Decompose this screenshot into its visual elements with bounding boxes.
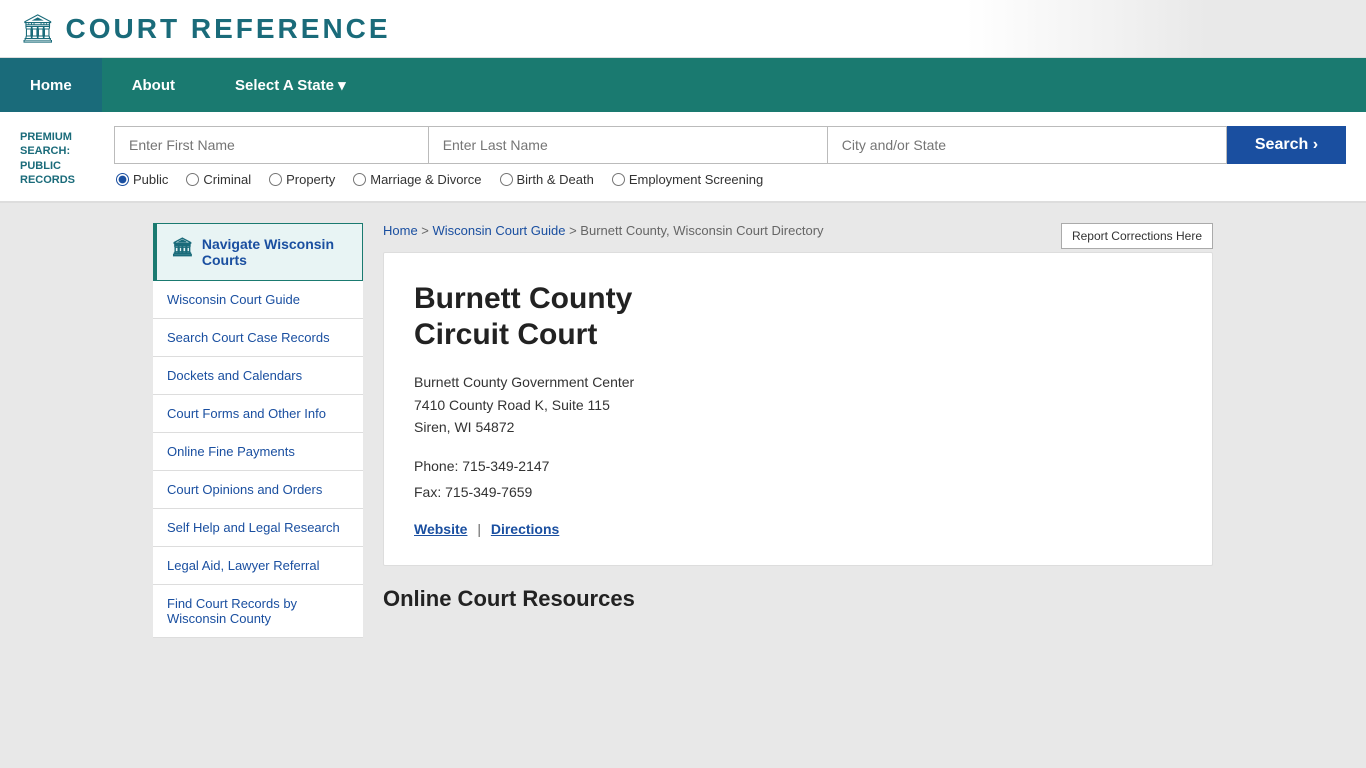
court-directions-link[interactable]: Directions [491, 521, 559, 537]
nav-select-state[interactable]: Select A State ▾ [205, 58, 376, 112]
sidebar-item-court-guide[interactable]: Wisconsin Court Guide [153, 281, 363, 319]
logo-text: COURT REFERENCE [66, 13, 391, 45]
breadcrumb-home[interactable]: Home [383, 223, 418, 238]
site-header: 🏛 COURT REFERENCE [0, 0, 1366, 58]
search-bar: PREMIUM SEARCH: PUBLIC RECORDS Search › … [0, 112, 1366, 203]
sidebar: 🏛 Navigate Wisconsin Courts Wisconsin Co… [153, 223, 363, 638]
content-area: Report Corrections Here Home > Wisconsin… [383, 223, 1213, 638]
search-fields: Search › Public Criminal Property Marria… [114, 126, 1346, 187]
sidebar-item-dockets[interactable]: Dockets and Calendars [153, 357, 363, 395]
report-corrections-button[interactable]: Report Corrections Here [1061, 223, 1213, 249]
court-website-link[interactable]: Website [414, 521, 467, 537]
search-first-name[interactable] [114, 126, 428, 164]
sidebar-court-icon: 🏛 [171, 237, 194, 258]
court-card: Burnett County Circuit Court Burnett Cou… [383, 252, 1213, 566]
court-phone: Phone: 715-349-2147 [414, 458, 549, 474]
sidebar-item-court-forms[interactable]: Court Forms and Other Info [153, 395, 363, 433]
sidebar-item-find-by-county[interactable]: Find Court Records by Wisconsin County [153, 585, 363, 638]
breadcrumb-current: Burnett County, Wisconsin Court Director… [580, 223, 823, 238]
radio-marriage-divorce[interactable]: Marriage & Divorce [353, 172, 481, 187]
logo-icon: 🏛 [20, 12, 56, 45]
nav-about[interactable]: About [102, 58, 205, 112]
court-links: Website | Directions [414, 521, 1182, 537]
main-wrapper: 🏛 Navigate Wisconsin Courts Wisconsin Co… [133, 223, 1233, 638]
sidebar-item-case-records[interactable]: Search Court Case Records [153, 319, 363, 357]
search-inputs: Search › [114, 126, 1346, 164]
court-address: Burnett County Government Center 7410 Co… [414, 371, 1182, 438]
radio-public[interactable]: Public [116, 172, 168, 187]
sidebar-item-legal-aid[interactable]: Legal Aid, Lawyer Referral [153, 547, 363, 585]
search-label: PREMIUM SEARCH: PUBLIC RECORDS [20, 126, 100, 187]
radio-criminal[interactable]: Criminal [186, 172, 251, 187]
sidebar-header: 🏛 Navigate Wisconsin Courts [153, 223, 363, 281]
breadcrumb-row: Report Corrections Here Home > Wisconsin… [383, 223, 1213, 252]
radio-property[interactable]: Property [269, 172, 335, 187]
sidebar-item-self-help[interactable]: Self Help and Legal Research [153, 509, 363, 547]
search-radio-group: Public Criminal Property Marriage & Divo… [114, 172, 1346, 187]
search-last-name[interactable] [428, 126, 827, 164]
sidebar-header-text: Navigate Wisconsin Courts [202, 236, 348, 268]
link-separator: | [477, 521, 481, 537]
court-contact: Phone: 715-349-2147 Fax: 715-349-7659 [414, 454, 1182, 504]
main-nav: Home About Select A State ▾ [0, 58, 1366, 112]
sidebar-item-opinions[interactable]: Court Opinions and Orders [153, 471, 363, 509]
court-name: Burnett County Circuit Court [414, 281, 1182, 353]
radio-birth-death[interactable]: Birth & Death [500, 172, 594, 187]
logo[interactable]: 🏛 COURT REFERENCE [20, 12, 391, 45]
search-location[interactable] [827, 126, 1227, 164]
nav-home[interactable]: Home [0, 58, 102, 112]
breadcrumb-guide[interactable]: Wisconsin Court Guide [433, 223, 566, 238]
sidebar-item-fine-payments[interactable]: Online Fine Payments [153, 433, 363, 471]
header-bg-decoration [966, 0, 1366, 57]
search-button[interactable]: Search › [1227, 126, 1346, 164]
online-resources-heading: Online Court Resources [383, 586, 1213, 612]
radio-employment-screening[interactable]: Employment Screening [612, 172, 763, 187]
court-fax: Fax: 715-349-7659 [414, 484, 532, 500]
